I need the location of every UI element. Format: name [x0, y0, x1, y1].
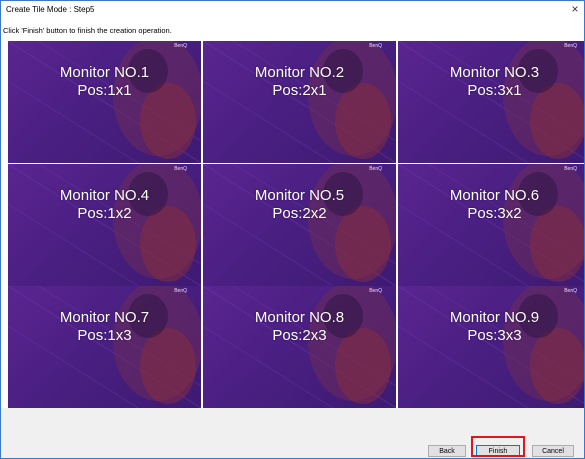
- close-icon[interactable]: ×: [568, 2, 582, 16]
- position-label: Pos:3x2: [467, 204, 522, 222]
- position-label: Pos:1x2: [77, 204, 132, 222]
- brand-logo: BenQ: [369, 165, 382, 172]
- monitor-tile-grid: BenQ Monitor NO.1 Pos:1x1 BenQ Monitor N…: [8, 41, 584, 408]
- monitor-tile: BenQ Monitor NO.5 Pos:2x2: [203, 163, 396, 286]
- wallpaper-image: [398, 286, 584, 408]
- monitor-label: Monitor NO.2: [254, 64, 345, 81]
- monitor-label: Monitor NO.4: [59, 186, 150, 204]
- position-label: Pos:1x1: [77, 82, 132, 99]
- monitor-tile: BenQ Monitor NO.3 Pos:3x1: [398, 41, 584, 163]
- title-bar: Create Tile Mode : Step5 ×: [1, 1, 584, 20]
- position-label: Pos:3x3: [467, 327, 522, 344]
- monitor-tile: BenQ Monitor NO.8 Pos:2x3: [203, 286, 396, 408]
- instruction-text: Click 'Finish' button to finish the crea…: [3, 26, 172, 35]
- monitor-tile: BenQ Monitor NO.7 Pos:1x3: [8, 286, 201, 408]
- monitor-label: Monitor NO.8: [254, 309, 345, 326]
- wallpaper-image: [8, 163, 201, 286]
- monitor-tile: BenQ Monitor NO.9 Pos:3x3: [398, 286, 584, 408]
- brand-logo: BenQ: [564, 43, 577, 49]
- monitor-tile: BenQ Monitor NO.2 Pos:2x1: [203, 41, 396, 163]
- window-title: Create Tile Mode : Step5: [6, 5, 95, 14]
- wallpaper-image: [398, 163, 584, 286]
- monitor-label: Monitor NO.1: [59, 64, 150, 81]
- brand-logo: BenQ: [564, 165, 577, 172]
- brand-logo: BenQ: [564, 288, 577, 294]
- finish-button[interactable]: Finish: [476, 445, 520, 457]
- brand-logo: BenQ: [174, 165, 187, 172]
- brand-logo: BenQ: [174, 288, 187, 294]
- position-label: Pos:2x2: [272, 204, 327, 222]
- wallpaper-image: [203, 286, 396, 408]
- monitor-label: Monitor NO.9: [449, 309, 540, 326]
- wallpaper-image: [398, 41, 584, 163]
- brand-logo: BenQ: [174, 43, 187, 49]
- back-button[interactable]: Back: [428, 445, 466, 457]
- wallpaper-image: [203, 163, 396, 286]
- brand-logo: BenQ: [369, 288, 382, 294]
- position-label: Pos:2x1: [272, 82, 327, 99]
- position-label: Pos:2x3: [272, 327, 327, 344]
- cancel-button[interactable]: Cancel: [532, 445, 574, 457]
- position-label: Pos:3x1: [467, 82, 522, 99]
- create-tile-mode-dialog: Create Tile Mode : Step5 × Click 'Finish…: [0, 0, 585, 459]
- wallpaper-image: [8, 286, 201, 408]
- wallpaper-image: [8, 41, 201, 163]
- monitor-label: Monitor NO.6: [449, 186, 540, 204]
- monitor-label: Monitor NO.5: [254, 186, 345, 204]
- monitor-tile: BenQ Monitor NO.6 Pos:3x2: [398, 163, 584, 286]
- brand-logo: BenQ: [369, 43, 382, 49]
- monitor-tile: BenQ Monitor NO.1 Pos:1x1: [8, 41, 201, 163]
- wallpaper-image: [203, 41, 396, 163]
- monitor-label: Monitor NO.3: [449, 64, 540, 81]
- monitor-tile: BenQ Monitor NO.4 Pos:1x2: [8, 163, 201, 286]
- position-label: Pos:1x3: [77, 327, 132, 344]
- monitor-label: Monitor NO.7: [59, 309, 150, 326]
